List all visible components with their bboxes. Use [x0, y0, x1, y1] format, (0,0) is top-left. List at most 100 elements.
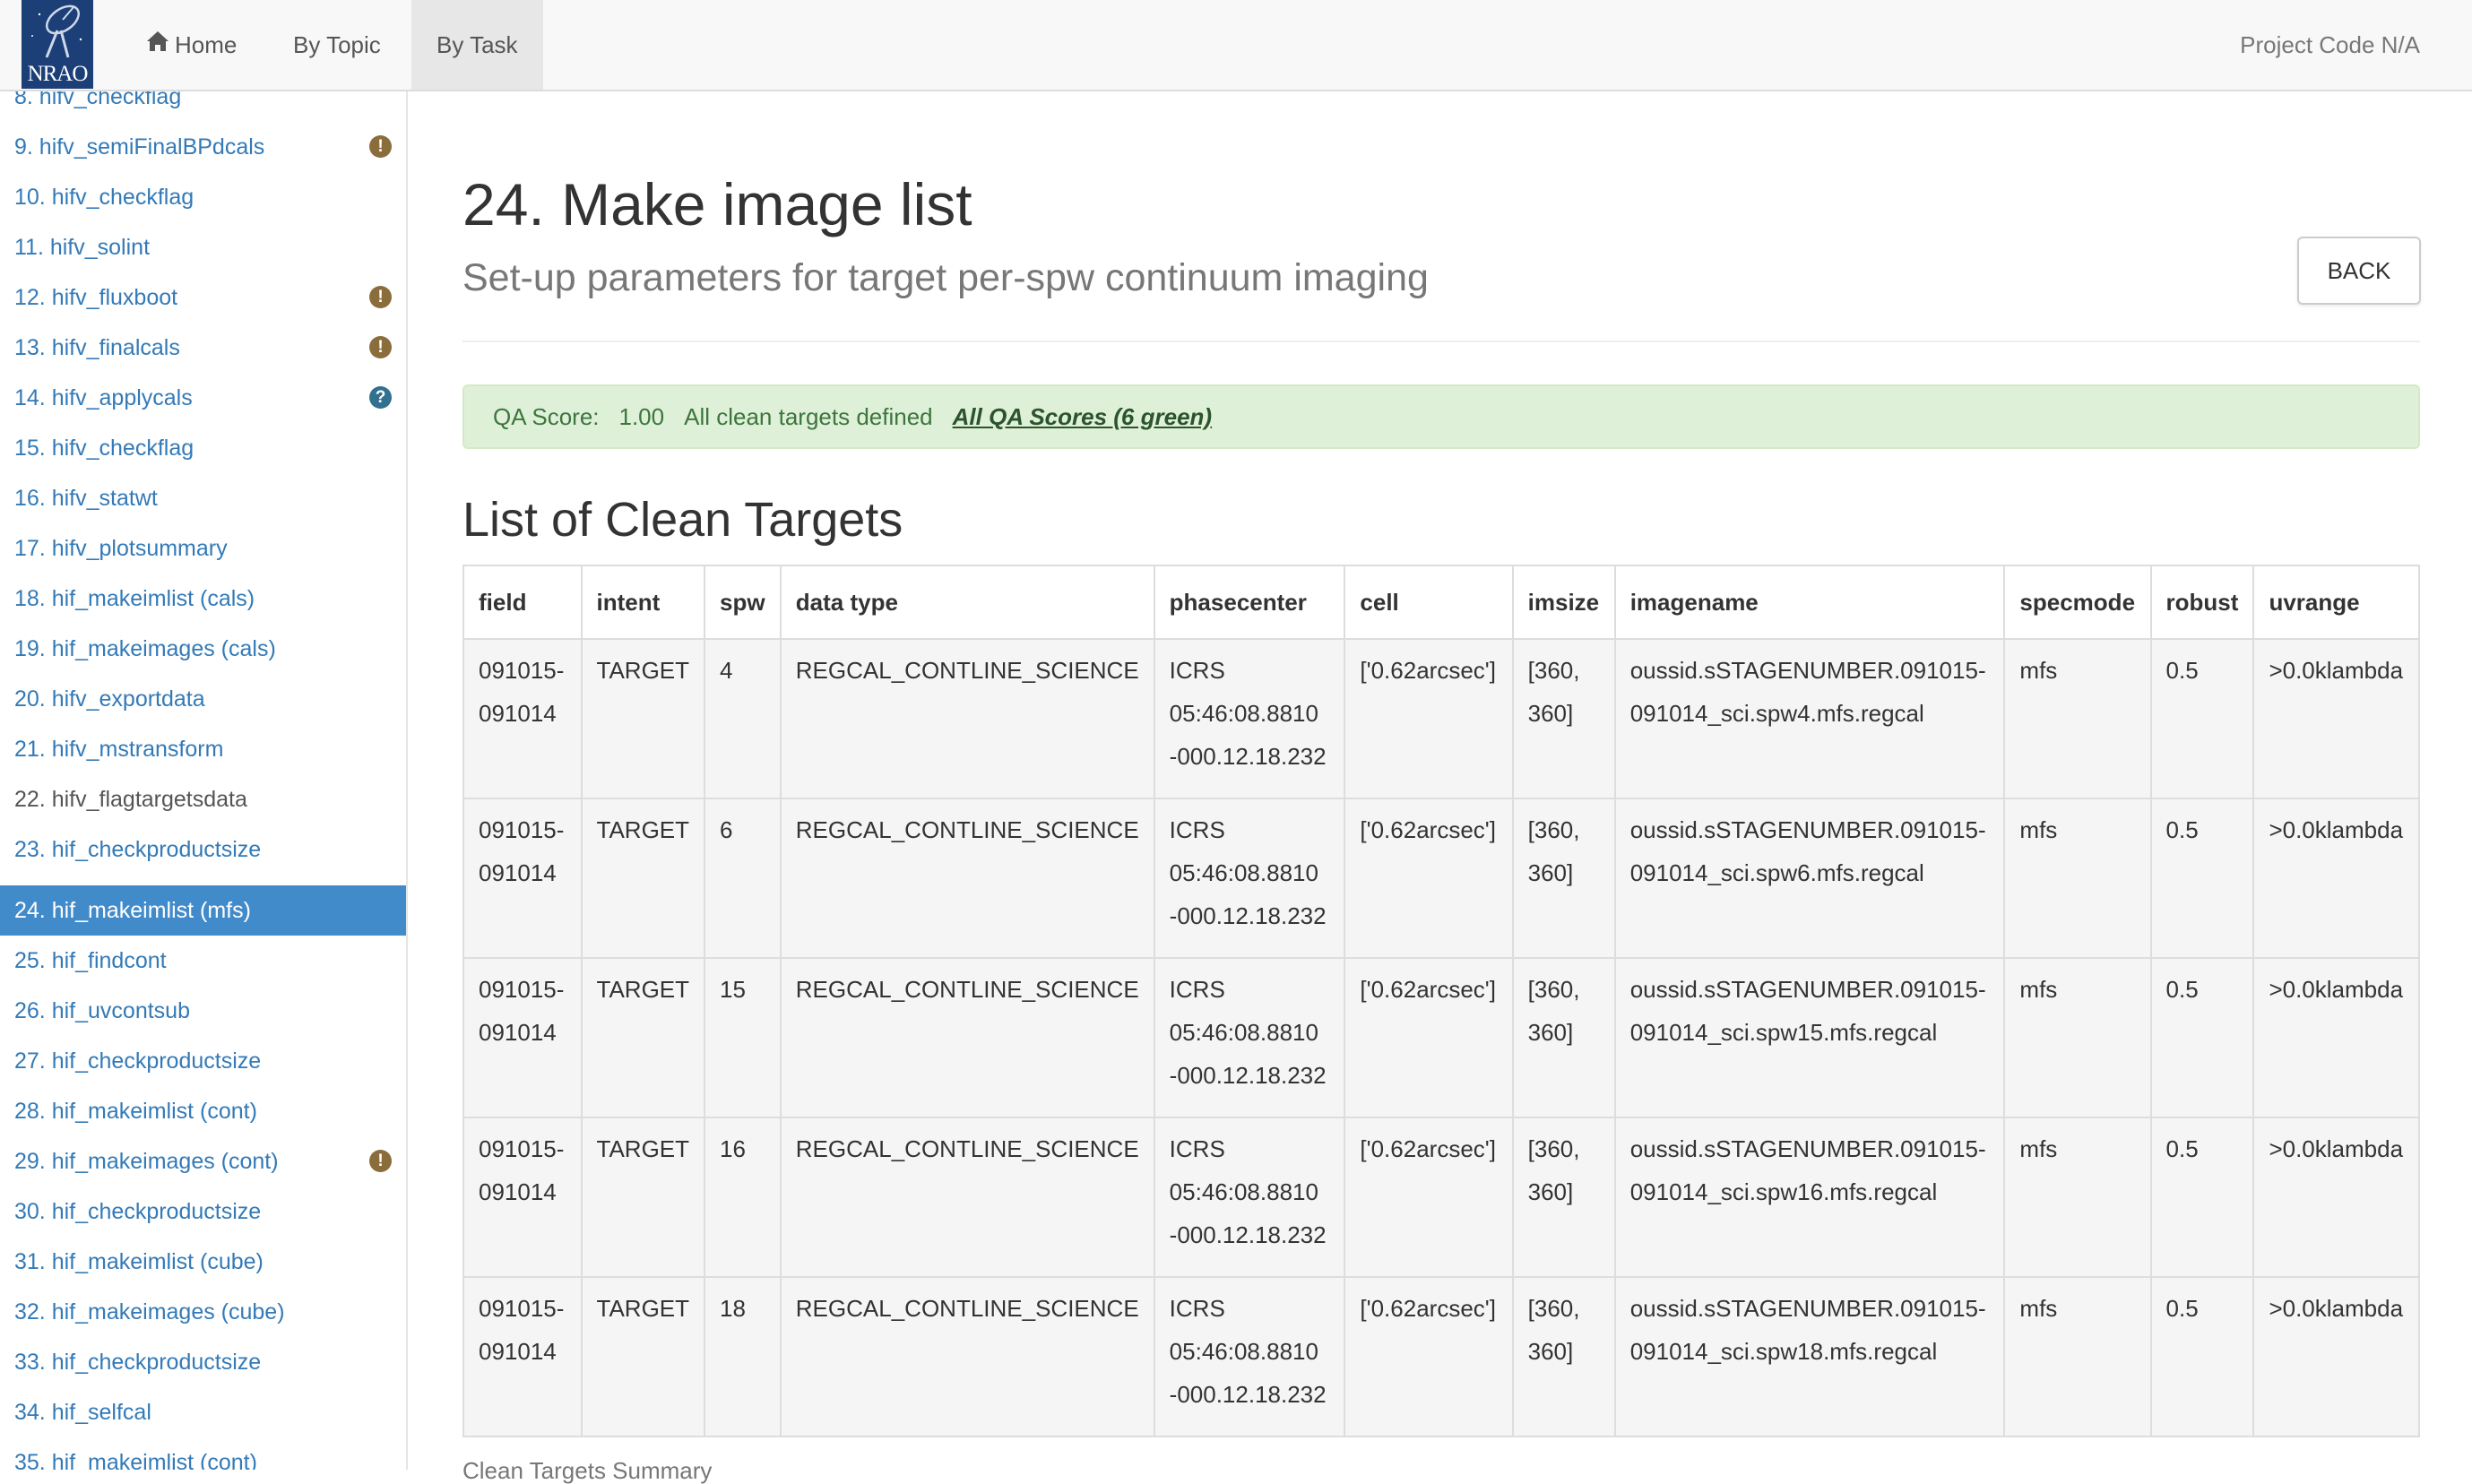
- table-cell: 18: [704, 1276, 782, 1437]
- table-cell: TARGET: [580, 638, 706, 799]
- sidebar-item-20[interactable]: 20. hifv_exportdata: [0, 674, 406, 724]
- table-cell: >0.0klambda: [2252, 957, 2420, 1118]
- sidebar-item-33[interactable]: 33. hif_checkproductsize: [0, 1337, 406, 1387]
- table-header-row: field intent spw data type phasecenter c…: [462, 565, 2420, 640]
- sidebar-item-9[interactable]: 9. hifv_semiFinalBPdcals!: [0, 122, 406, 172]
- column-header-cell: cell: [1344, 565, 1514, 640]
- sidebar-item-27[interactable]: 27. hif_checkproductsize: [0, 1036, 406, 1086]
- sidebar-item-31[interactable]: 31. hif_makeimlist (cube): [0, 1237, 406, 1287]
- sidebar-item-30[interactable]: 30. hif_checkproductsize: [0, 1186, 406, 1237]
- table-cell: REGCAL_CONTLINE_SCIENCE: [779, 798, 1155, 959]
- table-cell: 6: [704, 798, 782, 959]
- sidebar-item-34[interactable]: 34. hif_selfcal: [0, 1387, 406, 1437]
- table-cell: ICRS 05:46:08.8810 -000.12.18.232: [1153, 1117, 1346, 1278]
- sidebar-item-11[interactable]: 11. hifv_solint: [0, 222, 406, 272]
- column-header-field: field: [462, 565, 583, 640]
- table-cell: 0.5: [2149, 638, 2255, 799]
- table-cell: 15: [704, 957, 782, 1118]
- project-code: Project Code N/A: [2240, 31, 2420, 58]
- qa-score-message: All clean targets defined: [684, 403, 933, 430]
- table-cell: 0.5: [2149, 1276, 2255, 1437]
- sidebar-item-10[interactable]: 10. hifv_checkflag: [0, 172, 406, 222]
- task-sidebar: 8. hifv_checkflag 9. hifv_semiFinalBPdca…: [0, 91, 408, 1470]
- table-cell: REGCAL_CONTLINE_SCIENCE: [779, 957, 1155, 1118]
- table-cell: 4: [704, 638, 782, 799]
- table-cell: 091015- 091014: [462, 1117, 583, 1278]
- sidebar-item-label: 9. hifv_semiFinalBPdcals: [14, 134, 265, 160]
- back-button[interactable]: BACK: [2297, 237, 2421, 305]
- table-cell: >0.0klambda: [2252, 638, 2420, 799]
- table-cell: ['0.62arcsec']: [1344, 957, 1514, 1118]
- table-cell: TARGET: [580, 798, 706, 959]
- column-header-uvrange: uvrange: [2252, 565, 2420, 640]
- clean-targets-summary-heading: Clean Targets Summary: [462, 1457, 713, 1484]
- sidebar-item-14[interactable]: 14. hifv_applycals?: [0, 373, 406, 423]
- sidebar-item-label: 26. hif_uvcontsub: [14, 998, 190, 1023]
- qa-score-value: 1.00: [618, 403, 665, 430]
- table-cell: ICRS 05:46:08.8810 -000.12.18.232: [1153, 1276, 1346, 1437]
- qa-score-alert: QA Score: 1.00 All clean targets defined Al…: [462, 384, 2420, 449]
- sidebar-item-15[interactable]: 15. hifv_checkflag: [0, 423, 406, 473]
- sidebar-item-label: 14. hifv_applycals: [14, 385, 193, 410]
- table-cell: ICRS 05:46:08.8810 -000.12.18.232: [1153, 638, 1346, 799]
- sidebar-item-12[interactable]: 12. hifv_fluxboot!: [0, 272, 406, 323]
- sidebar-item-26[interactable]: 26. hif_uvcontsub: [0, 986, 406, 1036]
- warning-icon: !: [369, 135, 392, 158]
- sidebar-item-label: 10. hifv_checkflag: [14, 185, 194, 210]
- sidebar-item-8[interactable]: 8. hifv_checkflag: [0, 91, 406, 122]
- sidebar-item-28[interactable]: 28. hif_makeimlist (cont): [0, 1086, 406, 1136]
- sidebar-item-label: 8. hifv_checkflag: [14, 91, 182, 109]
- nav-home-label: Home: [175, 31, 238, 58]
- warning-icon: !: [369, 1150, 392, 1172]
- nav-by-task[interactable]: By Task: [411, 0, 543, 90]
- table-cell: oussid.sSTAGENUMBER.091015- 091014_sci.sp…: [1613, 638, 2006, 799]
- table-cell: >0.0klambda: [2252, 1276, 2420, 1437]
- page-title: 24. Make image list: [462, 171, 972, 237]
- table-cell: oussid.sSTAGENUMBER.091015- 091014_sci.sp…: [1613, 798, 2006, 959]
- table-cell: [360, 360]: [1511, 1117, 1616, 1278]
- sidebar-item-19[interactable]: 19. hif_makeimages (cals): [0, 624, 406, 674]
- table-cell: ['0.62arcsec']: [1344, 1276, 1514, 1437]
- table-cell: mfs: [2003, 1117, 2152, 1278]
- table-body: 091015- 091014 TARGET 4 REGCAL_CONTLINE_SCIE…: [462, 638, 2420, 1437]
- table-cell: oussid.sSTAGENUMBER.091015- 091014_sci.sp…: [1613, 1276, 2006, 1437]
- column-header-phasecenter: phasecenter: [1153, 565, 1346, 640]
- table-row: 091015- 091014 TARGET 18 REGCAL_CONTLINE_SCI…: [462, 1276, 2420, 1437]
- table-cell: ['0.62arcsec']: [1344, 1117, 1514, 1278]
- warning-icon: !: [369, 336, 392, 358]
- sidebar-item-25[interactable]: 25. hif_findcont: [0, 936, 406, 986]
- sidebar-item-24-active[interactable]: 24. hif_makeimlist (mfs): [0, 885, 406, 936]
- sidebar-item-label: 13. hifv_finalcals: [14, 335, 180, 360]
- question-icon: ?: [369, 386, 392, 409]
- sidebar-item-16[interactable]: 16. hifv_statwt: [0, 473, 406, 523]
- sidebar-item-21[interactable]: 21. hifv_mstransform: [0, 724, 406, 774]
- sidebar-item-22[interactable]: 22. hifv_flagtargetsdata: [0, 774, 406, 824]
- table-cell: [360, 360]: [1511, 638, 1616, 799]
- sidebar-item-13[interactable]: 13. hifv_finalcals!: [0, 323, 406, 373]
- page-subtitle: Set-up parameters for target per-spw con…: [462, 256, 1429, 299]
- table-cell: 091015- 091014: [462, 957, 583, 1118]
- sidebar-item-35[interactable]: 35. hif_makeimlist (cont): [0, 1437, 406, 1470]
- sidebar-item-18[interactable]: 18. hif_makeimlist (cals): [0, 574, 406, 624]
- nav-home[interactable]: Home: [121, 0, 262, 90]
- all-qa-scores-link[interactable]: All QA Scores (6 green): [953, 403, 1212, 430]
- sidebar-item-23[interactable]: 23. hif_checkproductsize: [0, 824, 406, 875]
- sidebar-item-label: 29. hif_makeimages (cont): [14, 1149, 279, 1174]
- clean-targets-table: field intent spw data type phasecenter c…: [462, 565, 2420, 1437]
- sidebar-item-label: 16. hifv_statwt: [14, 486, 158, 511]
- nrao-logo[interactable]: NRAO: [22, 0, 93, 89]
- qa-score-label: QA Score:: [493, 403, 600, 430]
- sidebar-item-17[interactable]: 17. hifv_plotsummary: [0, 523, 406, 574]
- table-cell: oussid.sSTAGENUMBER.091015- 091014_sci.sp…: [1613, 957, 2006, 1118]
- table-cell: ['0.62arcsec']: [1344, 638, 1514, 799]
- sidebar-item-label: 30. hif_checkproductsize: [14, 1199, 262, 1224]
- table-cell: [360, 360]: [1511, 1276, 1616, 1437]
- column-header-imagename: imagename: [1613, 565, 2006, 640]
- table-row: 091015- 091014 TARGET 16 REGCAL_CONTLINE_SCI…: [462, 1117, 2420, 1278]
- sidebar-item-label: 12. hifv_fluxboot: [14, 285, 178, 310]
- table-cell: mfs: [2003, 1276, 2152, 1437]
- sidebar-item-label: 18. hif_makeimlist (cals): [14, 586, 255, 611]
- sidebar-item-32[interactable]: 32. hif_makeimages (cube): [0, 1287, 406, 1337]
- nav-by-topic[interactable]: By Topic: [268, 0, 406, 90]
- sidebar-item-29[interactable]: 29. hif_makeimages (cont)!: [0, 1136, 406, 1186]
